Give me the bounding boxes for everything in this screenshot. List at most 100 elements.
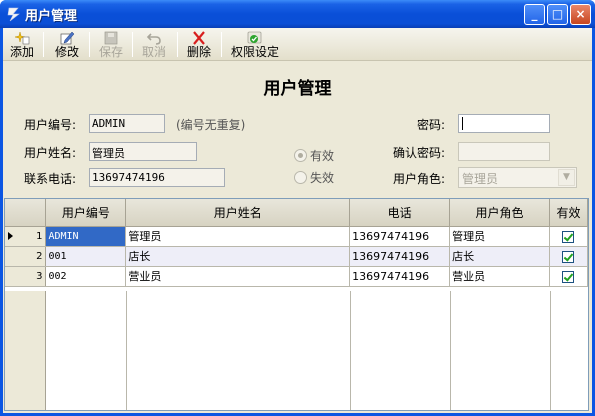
cell-phone[interactable]: 13697474196 [349,266,451,287]
current-row-arrow-icon [8,231,13,240]
cell-valid[interactable] [549,246,589,267]
column-header-user-name[interactable]: 用户姓名 [125,199,351,227]
column-header-role[interactable]: 用户角色 [449,199,550,227]
form-title: 用户管理 [263,79,332,99]
confirm-password-label: 确认密码: [393,146,446,160]
add-label: 添加 [9,45,34,59]
checkbox-checked-icon[interactable] [562,250,575,263]
role-value: 管理员 [462,172,499,186]
toolbar-separator [43,32,44,57]
undo-icon [146,33,161,45]
permission-check-icon [247,31,262,44]
row-header-empty-area [5,291,46,410]
user-id-hint: (编号无重复) [176,118,246,132]
text-cursor [462,117,463,130]
column-divider [450,291,451,410]
edit-pencil-icon [60,31,75,45]
cell-role[interactable]: 管理员 [449,226,550,247]
user-name-field[interactable]: 管理员 [89,142,197,161]
maximize-button[interactable]: □ [547,4,568,25]
phone-label: 联系电话: [24,172,77,186]
toolbar: 添加 修改 保存 取消 删除 权限设定 [3,28,592,61]
toolbar-separator [177,32,178,57]
row-header[interactable]: 3 [5,266,47,287]
toolbar-separator [89,32,90,57]
cancel-label: 取消 [141,45,166,59]
checkbox-checked-icon[interactable] [562,230,575,243]
window-title: 用户管理 [25,9,78,24]
delete-x-icon [193,31,205,45]
delete-label: 删除 [186,45,211,59]
row-number: 3 [36,270,43,282]
password-field[interactable] [458,114,550,133]
save-disk-icon [104,31,118,45]
cell-user-id[interactable]: 001 [45,246,127,267]
cell-phone[interactable]: 13697474196 [349,246,451,267]
save-button[interactable]: 保存 [95,29,127,60]
add-sparkle-icon [14,31,30,45]
close-button[interactable]: × [570,4,591,25]
maximize-icon: □ [551,7,564,21]
cell-user-id[interactable]: ADMIN [45,226,127,247]
minimize-button[interactable]: _ [524,4,545,25]
table-row[interactable]: 3 002 营业员 13697474196 营业员 [5,266,589,287]
edit-label: 修改 [54,45,79,59]
status-invalid-radio[interactable]: 失效 [294,169,334,186]
row-number: 2 [36,250,43,262]
permission-settings-label: 权限设定 [230,45,279,59]
cell-phone[interactable]: 13697474196 [349,226,451,247]
cell-user-name[interactable]: 营业员 [125,266,351,287]
column-divider [350,291,351,410]
add-button[interactable]: 添加 [6,29,38,60]
status-invalid-label: 失效 [310,171,335,185]
role-select[interactable]: 管理员 ▼ [458,167,577,188]
cell-role[interactable]: 店长 [449,246,550,267]
checkbox-checked-icon[interactable] [562,270,575,283]
user-id-field[interactable]: ADMIN [89,114,165,133]
password-label: 密码: [417,118,446,132]
title-bar[interactable]: 用户管理 _ □ × [0,0,595,28]
confirm-password-field[interactable] [458,142,550,161]
cell-user-name[interactable]: 店长 [125,246,351,267]
table-header-row: 用户编号 用户姓名 电话 用户角色 有效 [5,199,589,227]
column-header-user-id[interactable]: 用户编号 [45,199,127,227]
save-label: 保存 [98,45,123,59]
column-divider [126,291,127,410]
cancel-button[interactable]: 取消 [138,29,170,60]
cell-user-name[interactable]: 管理员 [125,226,351,247]
minimize-icon: _ [531,7,538,21]
column-header-valid[interactable]: 有效 [549,199,589,227]
cell-role[interactable]: 营业员 [449,266,550,287]
edit-button[interactable]: 修改 [51,29,83,60]
chevron-down-icon[interactable]: ▼ [558,169,575,186]
table-row[interactable]: 2 001 店长 13697474196 店长 [5,246,589,267]
cell-valid[interactable] [549,226,589,247]
table-row[interactable]: 1 ADMIN 管理员 13697474196 管理员 [5,226,589,247]
permission-settings-button[interactable]: 权限设定 [227,29,283,60]
radio-selected-icon [294,149,307,162]
phone-field[interactable]: 13697474196 [89,168,225,187]
cell-user-id[interactable]: 002 [45,266,127,287]
column-divider [550,291,551,410]
app-window: 用户管理 _ □ × 添加 修改 保存 取消 删除 权限设定 用户管理 用户编号… [0,0,595,416]
status-valid-label: 有效 [310,149,335,163]
user-id-label: 用户编号: [24,118,77,132]
client-area: 添加 修改 保存 取消 删除 权限设定 用户管理 用户编号: ADMIN (编号… [3,28,592,413]
user-name-label: 用户姓名: [24,146,77,160]
delete-button[interactable]: 删除 [183,29,215,60]
row-header-corner [5,199,47,227]
row-number: 1 [36,230,43,242]
radio-unselected-icon [294,171,307,184]
toolbar-separator [132,32,133,57]
status-valid-radio[interactable]: 有效 [294,147,334,164]
column-header-phone[interactable]: 电话 [349,199,451,227]
toolbar-separator [221,32,222,57]
user-table: 用户编号 用户姓名 电话 用户角色 有效 1 ADMIN 管理员 1369747… [5,199,589,287]
row-header[interactable]: 1 [5,226,47,247]
role-label: 用户角色: [393,172,446,186]
row-header[interactable]: 2 [5,246,47,267]
app-icon [7,7,20,22]
close-icon: × [575,7,586,21]
user-grid: 用户编号 用户姓名 电话 用户角色 有效 1 ADMIN 管理员 1369747… [4,198,589,411]
cell-valid[interactable] [549,266,589,287]
